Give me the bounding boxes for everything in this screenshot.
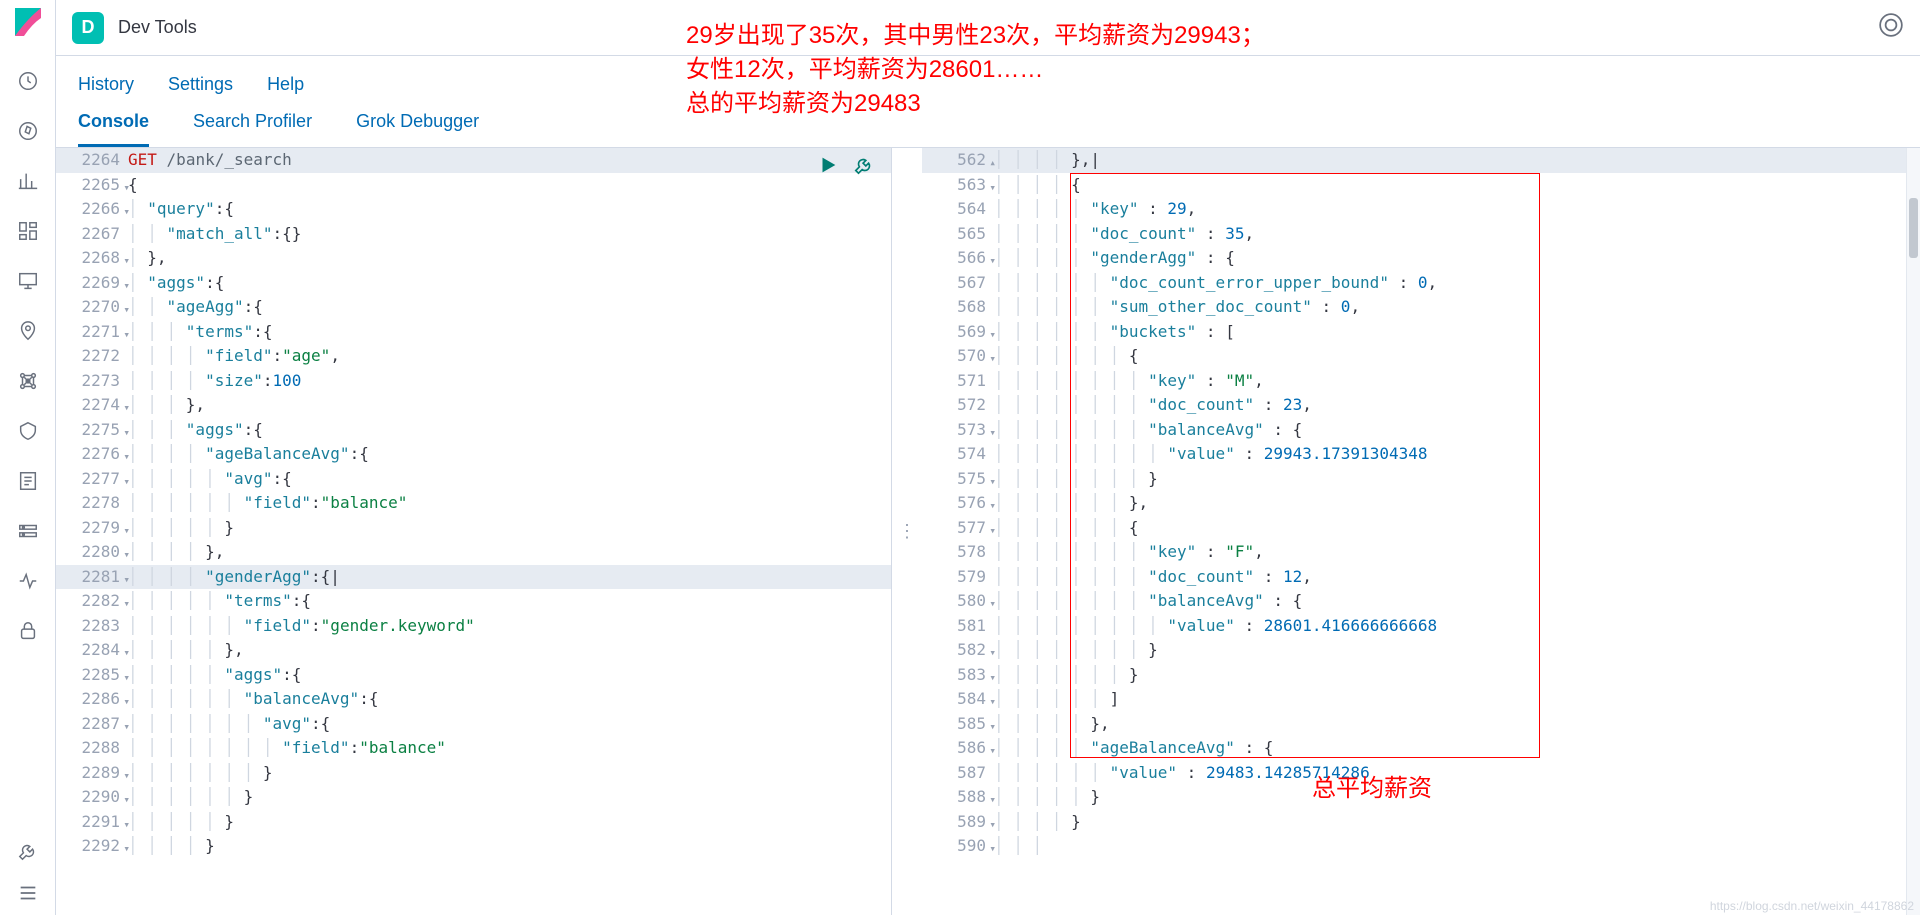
collapse-icon[interactable] bbox=[16, 881, 40, 905]
send-request-icon[interactable] bbox=[817, 154, 839, 184]
pane-splitter[interactable]: ⋮ bbox=[892, 148, 922, 915]
help-link[interactable]: Help bbox=[267, 74, 304, 95]
header-bar: D Dev Tools bbox=[56, 0, 1920, 56]
discover-icon[interactable] bbox=[16, 119, 40, 143]
recent-icon[interactable] bbox=[16, 69, 40, 93]
dashboard-icon[interactable] bbox=[16, 219, 40, 243]
uptime-icon[interactable] bbox=[16, 569, 40, 593]
app-badge: D bbox=[72, 12, 104, 44]
infrastructure-icon[interactable] bbox=[16, 419, 40, 443]
tab-grok-debugger[interactable]: Grok Debugger bbox=[356, 111, 479, 147]
tab-search-profiler[interactable]: Search Profiler bbox=[193, 111, 312, 147]
maps-icon[interactable] bbox=[16, 319, 40, 343]
scrollbar-vertical[interactable] bbox=[1906, 148, 1920, 915]
logs-icon[interactable] bbox=[16, 469, 40, 493]
help-menu-icon[interactable] bbox=[1878, 12, 1904, 43]
request-editor[interactable]: 2264GET /bank/_search2265▾{2266▾│ "query… bbox=[56, 148, 892, 915]
canvas-icon[interactable] bbox=[16, 269, 40, 293]
security-icon[interactable] bbox=[16, 619, 40, 643]
wrench-icon[interactable] bbox=[853, 154, 875, 184]
ml-icon[interactable] bbox=[16, 369, 40, 393]
nav-rail bbox=[0, 0, 56, 915]
visualize-icon[interactable] bbox=[16, 169, 40, 193]
apm-icon[interactable] bbox=[16, 519, 40, 543]
console-subnav: History Settings Help bbox=[56, 56, 1920, 101]
history-link[interactable]: History bbox=[78, 74, 134, 95]
watermark: https://blog.csdn.net/weixin_44178862 bbox=[1710, 899, 1914, 913]
devtools-tabs: Console Search Profiler Grok Debugger bbox=[56, 101, 1920, 148]
settings-link[interactable]: Settings bbox=[168, 74, 233, 95]
response-output[interactable]: 562▴│ │ │ │ },|563▾│ │ │ │ {564│ │ │ │ │… bbox=[922, 148, 1920, 915]
kibana-logo-icon[interactable] bbox=[12, 6, 44, 43]
page-title: Dev Tools bbox=[118, 17, 197, 38]
devtools-icon[interactable] bbox=[16, 839, 40, 863]
tab-console[interactable]: Console bbox=[78, 111, 149, 147]
